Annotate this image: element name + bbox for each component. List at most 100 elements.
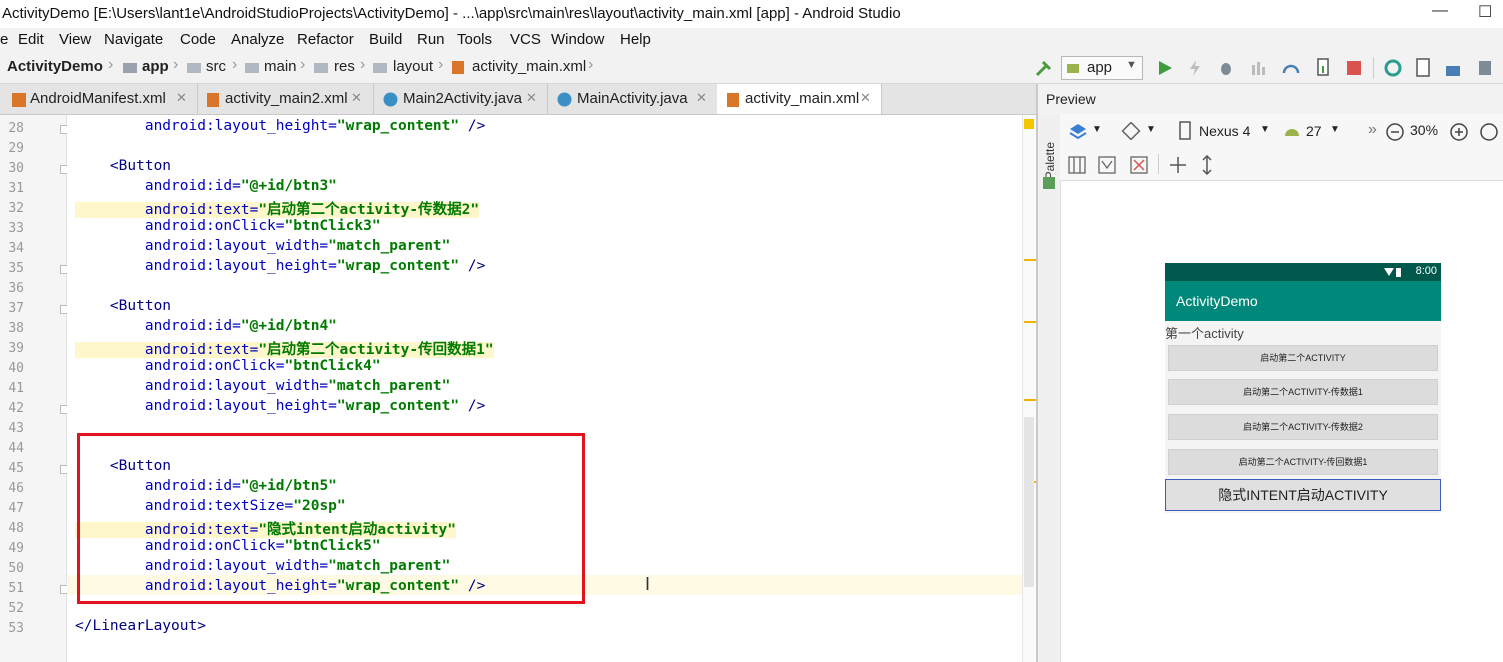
- code-line[interactable]: android:layout_height="wrap_content" />: [75, 398, 486, 414]
- code-token: "启动第二个activity-传回数据1": [258, 342, 494, 358]
- warning-mark[interactable]: [1024, 399, 1036, 401]
- breadcrumb-main[interactable]: main: [264, 58, 297, 75]
- chevron-down-icon[interactable]: ▼: [1260, 124, 1270, 135]
- chevron-down-icon[interactable]: ▼: [1146, 124, 1156, 135]
- code-line[interactable]: android:text="启动第二个activity-传回数据1": [75, 338, 494, 359]
- apply-changes-icon[interactable]: [1188, 59, 1202, 77]
- menu-vcs[interactable]: VCS: [510, 31, 541, 48]
- palette-strip[interactable]: Palette: [1038, 114, 1061, 662]
- sync-gradle-icon[interactable]: [1383, 58, 1403, 78]
- close-icon[interactable]: ✕: [176, 90, 187, 106]
- code-line[interactable]: android:id="@+id/btn4": [75, 318, 337, 334]
- breadcrumb-project[interactable]: ActivityDemo: [7, 58, 103, 75]
- breadcrumb-file[interactable]: activity_main.xml: [472, 58, 586, 75]
- avd-manager-icon[interactable]: [1414, 58, 1432, 78]
- zoom-in-icon[interactable]: [1449, 122, 1469, 142]
- menu-run[interactable]: Run: [417, 31, 445, 48]
- phone-icon[interactable]: [1178, 121, 1192, 141]
- vertical-align-icon[interactable]: [1200, 155, 1214, 175]
- chevron-down-icon[interactable]: ▼: [1092, 124, 1102, 135]
- preview-button-3[interactable]: 启动第二个ACTIVITY-传数据2: [1168, 414, 1438, 440]
- menu-window[interactable]: Window: [551, 31, 604, 48]
- code-line[interactable]: android:layout_height="wrap_content" />: [75, 118, 486, 134]
- menu-refactor[interactable]: Refactor: [297, 31, 354, 48]
- profile-icon[interactable]: [1250, 59, 1268, 77]
- code-line[interactable]: android:text="启动第二个activity-传数据2": [75, 198, 480, 219]
- code-line[interactable]: <Button: [75, 158, 171, 174]
- preview-button-5[interactable]: 隐式INTENT启动ACTIVITY: [1165, 479, 1441, 511]
- zoom-fit-icon[interactable]: [1479, 122, 1499, 142]
- zoom-out-icon[interactable]: [1385, 122, 1405, 142]
- code-line[interactable]: <Button: [75, 298, 171, 314]
- maximize-button[interactable]: ☐: [1478, 2, 1492, 22]
- breadcrumb-layout[interactable]: layout: [393, 58, 433, 75]
- breadcrumb-src[interactable]: src: [206, 58, 226, 75]
- line-number: 43: [8, 421, 24, 436]
- stop-icon[interactable]: [1345, 59, 1363, 77]
- preview-button-4[interactable]: 启动第二个ACTIVITY-传回数据1: [1168, 449, 1438, 475]
- orientation-icon[interactable]: [1121, 122, 1141, 140]
- clear-constraints-icon[interactable]: [1130, 156, 1148, 174]
- breadcrumb-app[interactable]: app: [142, 58, 169, 75]
- tab-activity-main2[interactable]: activity_main2.xml ✕: [197, 84, 374, 114]
- sdk-manager-icon[interactable]: [1444, 58, 1462, 78]
- run-config-select[interactable]: app ▼: [1061, 56, 1143, 80]
- constraints-icon[interactable]: [1098, 156, 1116, 174]
- code-line[interactable]: android:layout_width="match_parent": [75, 378, 451, 394]
- menu-tools[interactable]: Tools: [457, 31, 492, 48]
- device-select[interactable]: Nexus 4: [1199, 123, 1250, 139]
- preview-button-2[interactable]: 启动第二个ACTIVITY-传数据1: [1168, 379, 1438, 405]
- close-icon[interactable]: ✕: [860, 90, 871, 106]
- line-number: 30: [8, 161, 24, 176]
- close-icon[interactable]: ✕: [526, 90, 537, 106]
- java-class-icon: [557, 92, 572, 107]
- menu-edit[interactable]: Edit: [18, 31, 44, 48]
- tab-main2-activity[interactable]: Main2Activity.java ✕: [373, 84, 548, 114]
- horizontal-align-icon[interactable]: [1168, 156, 1188, 174]
- columns-icon[interactable]: [1068, 156, 1086, 174]
- menu-navigate[interactable]: Navigate: [104, 31, 163, 48]
- menu-analyze[interactable]: Analyze: [231, 31, 284, 48]
- code-line[interactable]: android:layout_height="wrap_content" />: [75, 258, 486, 274]
- palette-label[interactable]: Palette: [1043, 142, 1057, 179]
- code-line[interactable]: </LinearLayout>: [75, 618, 206, 634]
- menu-view[interactable]: View: [59, 31, 91, 48]
- tab-main-activity[interactable]: MainActivity.java ✕: [547, 84, 718, 114]
- run-icon[interactable]: [1156, 59, 1174, 77]
- hammer-icon[interactable]: [1034, 58, 1054, 78]
- warning-mark[interactable]: [1024, 259, 1036, 261]
- code-token: />: [459, 118, 486, 134]
- menu-help[interactable]: Help: [620, 31, 651, 48]
- menu-file[interactable]: e: [0, 31, 8, 48]
- warning-indicator-icon[interactable]: [1024, 119, 1034, 129]
- android-api-icon[interactable]: [1283, 124, 1301, 138]
- code-token: android:onClick=: [75, 358, 285, 374]
- palette-icon[interactable]: [1042, 176, 1056, 190]
- api-level-select[interactable]: 27: [1306, 123, 1322, 139]
- highlight-box: [77, 433, 585, 604]
- tab-android-manifest[interactable]: AndroidManifest.xml ✕: [0, 84, 198, 114]
- tab-activity-main[interactable]: activity_main.xml ✕: [717, 84, 882, 114]
- code-line[interactable]: android:onClick="btnClick4": [75, 358, 381, 374]
- attach-debugger-icon[interactable]: [1282, 59, 1300, 77]
- chevron-down-icon: ▼: [1126, 59, 1137, 71]
- code-line[interactable]: android:id="@+id/btn3": [75, 178, 337, 194]
- debug-icon[interactable]: [1217, 59, 1235, 77]
- menu-code[interactable]: Code: [180, 31, 216, 48]
- chevron-down-icon[interactable]: ▼: [1330, 124, 1340, 135]
- code-line[interactable]: android:layout_width="match_parent": [75, 238, 451, 254]
- preview-button-1[interactable]: 启动第二个ACTIVITY: [1168, 345, 1438, 371]
- close-icon[interactable]: ✕: [351, 90, 362, 106]
- minimize-button[interactable]: —: [1432, 2, 1448, 20]
- close-icon[interactable]: ✕: [696, 90, 707, 106]
- layers-icon[interactable]: [1068, 122, 1088, 140]
- menu-build[interactable]: Build: [369, 31, 402, 48]
- scrollbar-thumb[interactable]: [1024, 417, 1034, 587]
- breadcrumb-res[interactable]: res: [334, 58, 355, 75]
- code-line[interactable]: android:onClick="btnClick3": [75, 218, 381, 234]
- project-structure-icon[interactable]: [1476, 58, 1494, 78]
- warning-mark[interactable]: [1024, 321, 1036, 323]
- overflow-icon[interactable]: »: [1368, 121, 1377, 139]
- device-icon[interactable]: [1314, 58, 1332, 78]
- line-number: 36: [8, 281, 24, 296]
